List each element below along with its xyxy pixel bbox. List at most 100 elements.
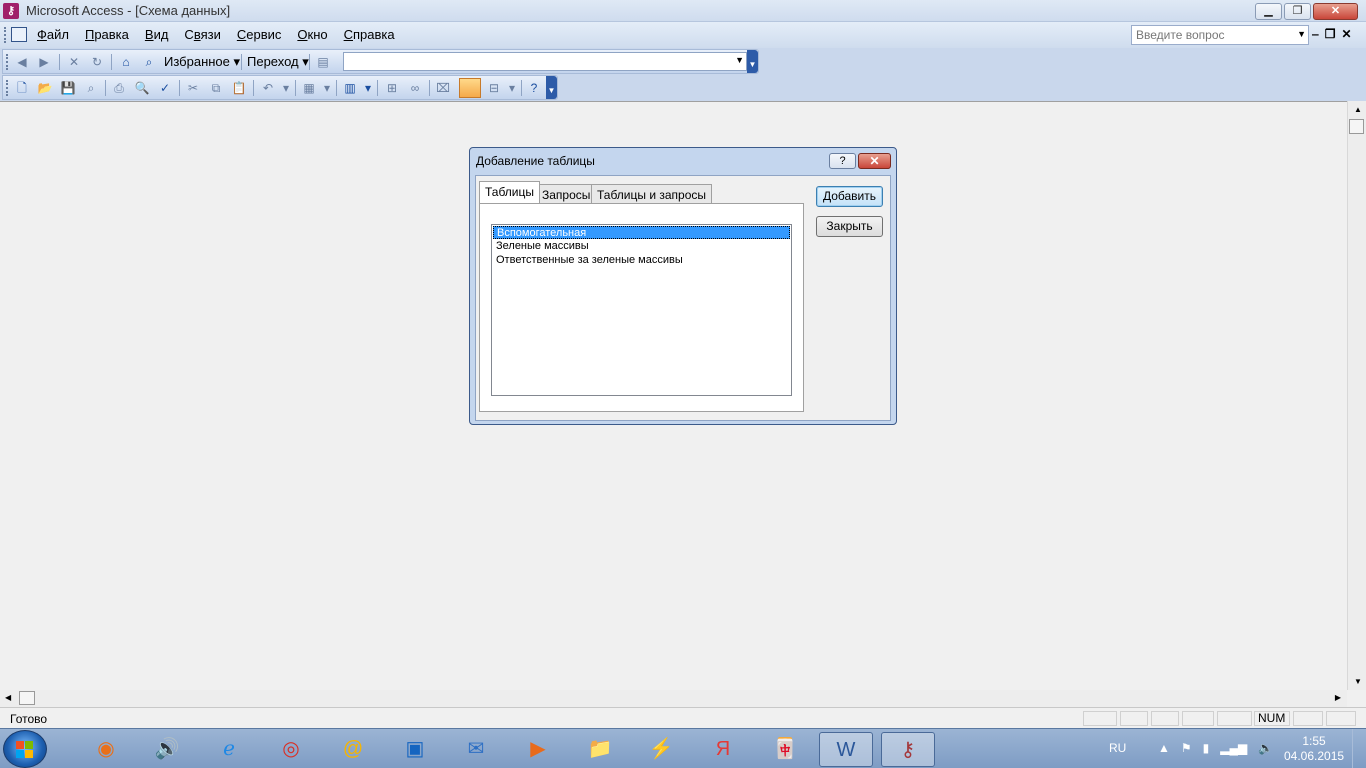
dialog-help-button[interactable]: ? [829, 153, 856, 169]
scroll-right-icon[interactable]: ▶ [1335, 693, 1341, 702]
close-button[interactable]: ✕ [1313, 3, 1358, 20]
chevron-down-icon[interactable]: ▼ [735, 55, 744, 65]
save-icon[interactable]: 💾 [59, 79, 77, 97]
power-icon[interactable]: ▮ [1203, 741, 1210, 755]
chevron-down-icon[interactable]: ▼ [1297, 29, 1306, 39]
mahjong-icon[interactable]: 🀄 [758, 732, 812, 767]
menu-help[interactable]: Справка [344, 27, 395, 42]
show-only-web-toolbar-icon[interactable]: ▤ [314, 53, 332, 71]
show-table-icon[interactable]: ⊞ [383, 79, 401, 97]
speaker-icon[interactable]: 🔊 [140, 732, 194, 767]
media-player-icon[interactable]: ▶ [511, 732, 565, 767]
horizontal-scrollbar[interactable]: ◀ ▶ [0, 690, 1347, 707]
undo-icon[interactable]: ↶ [259, 79, 277, 97]
cut-icon[interactable]: ✂ [184, 79, 202, 97]
print-icon[interactable]: ⎙ [110, 79, 128, 97]
internet-explorer-icon[interactable]: ℯ [202, 732, 256, 767]
scroll-thumb[interactable] [1349, 119, 1364, 134]
maxthon-icon[interactable]: ▣ [388, 732, 442, 767]
scroll-left-icon[interactable]: ◀ [5, 693, 11, 702]
open-icon[interactable]: 📂 [36, 79, 54, 97]
toolbar-grip[interactable] [6, 80, 9, 96]
copy-icon[interactable]: ⧉ [207, 79, 225, 97]
address-field[interactable]: ▼ [343, 52, 747, 71]
show-hidden-icons-icon[interactable]: ▲ [1158, 741, 1170, 755]
start-button[interactable] [3, 730, 47, 768]
menu-edit[interactable]: Правка [85, 27, 129, 42]
tab-tables[interactable]: Таблицы [479, 181, 541, 203]
scroll-up-icon[interactable]: ▲ [1354, 105, 1362, 114]
winamp-icon[interactable]: ⚡ [634, 732, 688, 767]
toolbar-options-icon[interactable]: ▼ [546, 76, 557, 99]
forward-icon[interactable]: ▶ [35, 53, 53, 71]
chevron-down-icon[interactable]: ▾ [503, 79, 521, 97]
menu-relationships[interactable]: Связи [184, 27, 220, 42]
network-icon[interactable]: ▂▄▆ [1220, 741, 1247, 755]
doc-restore-button[interactable]: ❐ [1325, 27, 1336, 41]
mail-icon[interactable]: ✉ [449, 732, 503, 767]
help-icon[interactable]: ? [525, 79, 543, 97]
file-explorer-icon[interactable]: 📁 [573, 732, 627, 767]
vertical-scrollbar[interactable]: ▲ ▼ [1347, 101, 1366, 690]
restore-button[interactable]: ❐ [1284, 3, 1311, 20]
word-icon[interactable]: W [819, 732, 873, 767]
file-search-icon[interactable]: ⌕ [82, 79, 100, 97]
add-button[interactable]: Добавить [816, 186, 883, 207]
tab-tables-and-queries[interactable]: Таблицы и запросы [591, 184, 713, 204]
tab-queries[interactable]: Запросы [536, 184, 597, 204]
home-icon[interactable]: ⌂ [117, 53, 135, 71]
list-item[interactable]: Зеленые массивы [493, 240, 790, 253]
search-web-icon[interactable]: ⌕ [140, 53, 158, 71]
chevron-down-icon[interactable]: ▾ [359, 79, 377, 97]
list-item[interactable]: Ответственные за зеленые массивы [493, 254, 790, 267]
menu-tools[interactable]: Сервис [237, 27, 282, 42]
doc-close-button[interactable]: ✕ [1341, 27, 1351, 41]
back-icon[interactable]: ◀ [13, 53, 31, 71]
spelling-icon[interactable]: ✓ [156, 79, 174, 97]
stop-icon[interactable]: ✕ [65, 53, 83, 71]
access-app-icon[interactable]: ⚷ [3, 3, 19, 19]
paste-icon[interactable]: 📋 [230, 79, 248, 97]
analyze-icon[interactable]: ▥ [341, 79, 359, 97]
favorites-menu[interactable]: Избранное ▾ [164, 54, 240, 70]
ask-question-box[interactable]: Введите вопрос ▼ [1131, 25, 1309, 45]
print-preview-icon[interactable]: 🔍 [133, 79, 151, 97]
dialog-close-button[interactable]: ✕ [858, 153, 891, 169]
taskbar: ◉ 🔊 ℯ ◎ @ ▣ ✉ ▶ 📁 ⚡ Я 🀄 W ⚷ RU ▲ ⚑ ▮ ▂▄▆… [0, 728, 1366, 768]
goto-menu[interactable]: Переход ▾ [247, 54, 309, 70]
chevron-down-icon[interactable]: ▾ [277, 79, 295, 97]
list-item[interactable]: Вспомогательная [493, 226, 790, 239]
toolbar-options-icon[interactable]: ▼ [747, 50, 758, 73]
firefox-icon[interactable]: ◉ [79, 732, 133, 767]
tables-listbox[interactable]: Вспомогательная Зеленые массивы Ответств… [491, 224, 792, 396]
menu-file[interactable]: Файл [37, 27, 69, 42]
menu-view[interactable]: Вид [145, 27, 169, 42]
mail-ru-agent-icon[interactable]: @ [326, 732, 380, 767]
volume-muted-icon[interactable]: 🔈 [1258, 741, 1273, 755]
doc-minimize-button[interactable]: ‒ [1312, 27, 1319, 41]
office-links-icon[interactable]: ▦ [300, 79, 318, 97]
minimize-button[interactable]: ▁ [1255, 3, 1282, 20]
dialog-close-text-button[interactable]: Закрыть [816, 216, 883, 237]
scroll-down-icon[interactable]: ▼ [1354, 677, 1362, 686]
refresh-icon[interactable]: ↻ [88, 53, 106, 71]
scroll-thumb[interactable] [19, 691, 35, 705]
clock[interactable]: 1:55 04.06.2015 [1284, 734, 1344, 764]
show-direct-icon[interactable]: ∞ [406, 79, 424, 97]
toolbar-grip[interactable] [6, 54, 9, 70]
show-all-relationships-icon[interactable] [459, 78, 481, 98]
access-icon[interactable]: ⚷ [881, 732, 935, 767]
language-indicator[interactable]: RU [1109, 741, 1126, 755]
document-window-icon[interactable] [11, 27, 27, 42]
action-center-icon[interactable]: ⚑ [1181, 741, 1192, 755]
new-icon[interactable]: 🗋 [13, 79, 31, 97]
chevron-down-icon[interactable]: ▾ [318, 79, 336, 97]
menu-items: Файл Правка Вид Связи Сервис Окно Справк… [37, 27, 411, 42]
yandex-icon[interactable]: Я [696, 732, 750, 767]
menu-grip[interactable] [4, 27, 7, 43]
new-object-icon[interactable]: ⊟ [485, 79, 503, 97]
clear-layout-icon[interactable]: ⌧ [434, 79, 452, 97]
show-desktop-button[interactable] [1352, 729, 1366, 768]
chrome-icon[interactable]: ◎ [264, 732, 318, 767]
menu-window[interactable]: Окно [297, 27, 327, 42]
